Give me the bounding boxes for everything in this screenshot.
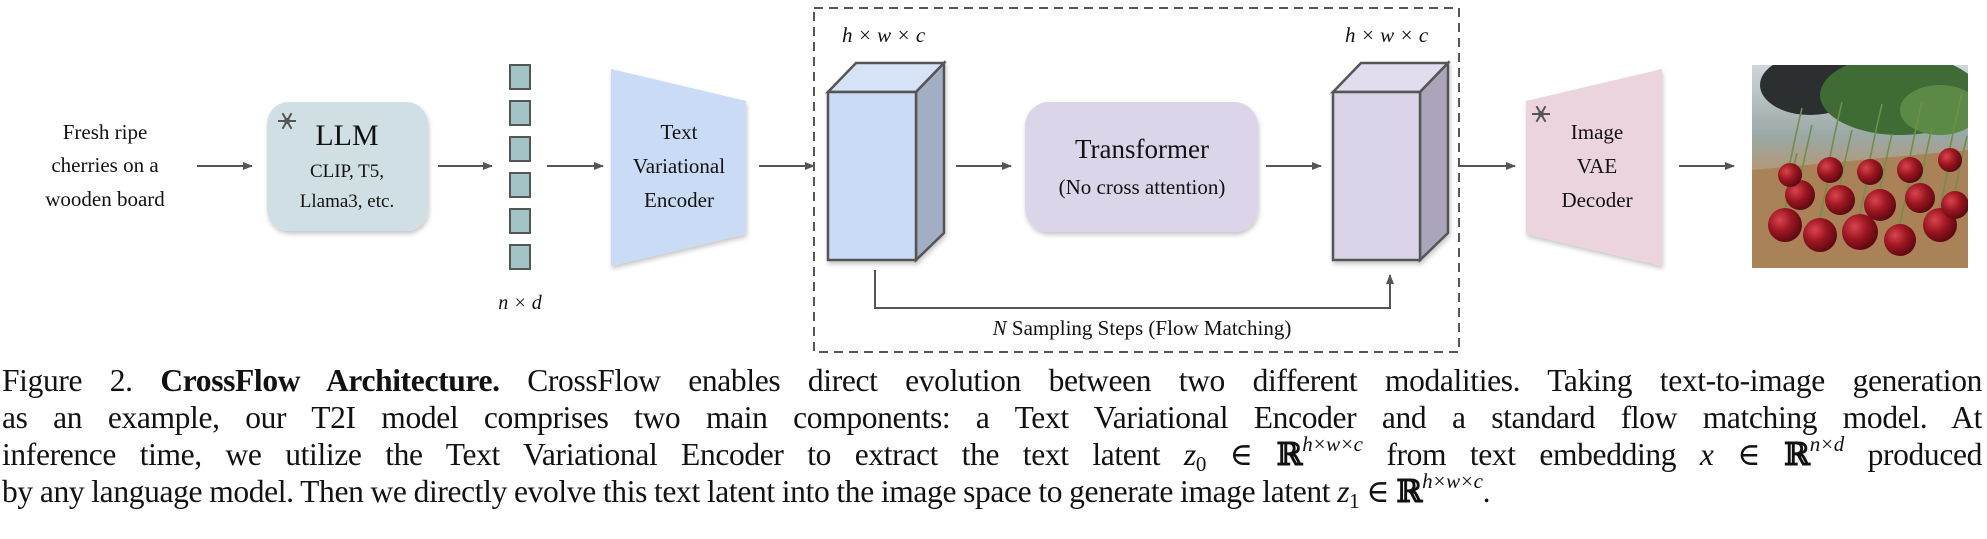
target-latent-cube	[1330, 59, 1451, 263]
input-prompt-line: Fresh ripe	[63, 120, 148, 144]
sampling-steps-label: N Sampling Steps (Flow Matching)	[992, 316, 1292, 340]
cherry	[1941, 191, 1968, 219]
cherry	[1842, 214, 1878, 250]
caption-line: Figure 2. CrossFlow Architecture. CrossF…	[2, 362, 1982, 399]
sampling-steps-text: Sampling Steps (Flow Matching)	[1007, 316, 1292, 340]
cherry	[1864, 189, 1896, 221]
figure-caption: Figure 2. CrossFlow Architecture. CrossF…	[2, 362, 1983, 512]
token-stack	[509, 64, 531, 270]
math-var: z	[1183, 437, 1196, 472]
encoder-label: Variational	[633, 154, 725, 178]
encoder-label: Encoder	[644, 188, 714, 212]
input-prompt: Fresh ripe cherries on a wooden board	[45, 120, 165, 211]
math-reals: ℝ	[1783, 436, 1810, 473]
cherry	[1884, 224, 1916, 256]
caption-line: as an example, our T2I model comprises t…	[2, 399, 1982, 436]
generated-cherry-image	[1752, 65, 1968, 268]
target-latent-dims: h × w × c	[1345, 23, 1429, 47]
token-square	[509, 208, 531, 234]
caption-line: inference time, we utilize the Text Vari…	[2, 434, 1983, 475]
transformer-subtitle: (No cross attention)	[1059, 175, 1226, 199]
transformer-title: Transformer	[1075, 134, 1209, 164]
math-in: ∈	[1205, 437, 1277, 472]
cherry	[1778, 163, 1802, 187]
math-sup: h×w×c	[1422, 469, 1483, 493]
cherry	[1905, 183, 1935, 213]
caption-line: by any language model. Then we directly …	[2, 471, 1982, 512]
caption-text: .	[1482, 474, 1491, 509]
llm-subtitle: Llama3, etc.	[300, 191, 394, 212]
math-reals: ℝ	[1396, 473, 1423, 510]
caption-text: CrossFlow enables direct evolution betwe…	[527, 363, 1983, 398]
transformer-box: Transformer (No cross attention)	[1025, 102, 1258, 232]
math-sup: h×w×c	[1302, 432, 1363, 456]
token-dims-label: n × d	[498, 292, 542, 314]
token-square	[509, 136, 531, 162]
caption-text: inference time, we utilize the Text Vari…	[2, 437, 1184, 472]
figure-label: Figure 2.	[2, 363, 133, 398]
cherry	[1825, 185, 1855, 215]
math-var: z	[1337, 474, 1350, 509]
cherry	[1897, 157, 1923, 183]
llm-subtitle: CLIP, T5,	[310, 161, 384, 182]
math-in: ∈	[1359, 474, 1397, 509]
encoder-label: Text	[660, 120, 697, 144]
architecture-diagram: Fresh ripe cherries on a wooden board LL…	[0, 0, 1987, 360]
caption-text: as an example, our T2I model comprises t…	[2, 400, 1982, 435]
caption-text: from text embedding	[1362, 437, 1700, 472]
text-variational-encoder: Text Variational Encoder	[611, 69, 746, 266]
llm-box: LLM CLIP, T5, Llama3, etc.	[267, 102, 428, 231]
math-in: ∈	[1713, 437, 1784, 472]
math-sup: n×d	[1809, 432, 1844, 456]
token-square	[509, 64, 531, 90]
source-latent-dims: h × w × c	[842, 23, 926, 47]
cherry	[1938, 148, 1962, 172]
source-latent-cube	[825, 59, 947, 263]
decoder-label: Image	[1571, 120, 1623, 144]
sampling-steps-n: N	[992, 316, 1008, 340]
math-reals: ℝ	[1276, 436, 1303, 473]
math-sub: 1	[1349, 489, 1360, 513]
token-square	[509, 100, 531, 126]
cherry	[1857, 159, 1883, 185]
caption-text: produced	[1843, 437, 1983, 472]
figure-title: CrossFlow Architecture.	[160, 363, 500, 398]
input-prompt-line: cherries on a	[51, 153, 159, 177]
llm-title: LLM	[315, 119, 378, 152]
transformer-box-shape	[1025, 102, 1258, 232]
diagram-canvas: Fresh ripe cherries on a wooden board LL…	[45, 7, 1968, 353]
token-square	[509, 172, 531, 198]
caption-text: by any language model. Then we directly …	[2, 474, 1338, 509]
math-z0: z0	[1183, 437, 1206, 475]
decoder-label: Decoder	[1561, 188, 1632, 212]
image-vae-decoder: Image VAE Decoder	[1526, 69, 1662, 266]
token-square	[509, 244, 531, 270]
math-x: x	[1699, 437, 1714, 472]
input-prompt-line: wooden board	[45, 187, 165, 211]
sampling-loop-arrow	[874, 270, 1394, 309]
cherry	[1768, 208, 1802, 242]
cherry	[1817, 157, 1843, 183]
cherry	[1803, 218, 1837, 252]
decoder-label: VAE	[1577, 154, 1617, 178]
math-z1: z1	[1337, 474, 1359, 512]
